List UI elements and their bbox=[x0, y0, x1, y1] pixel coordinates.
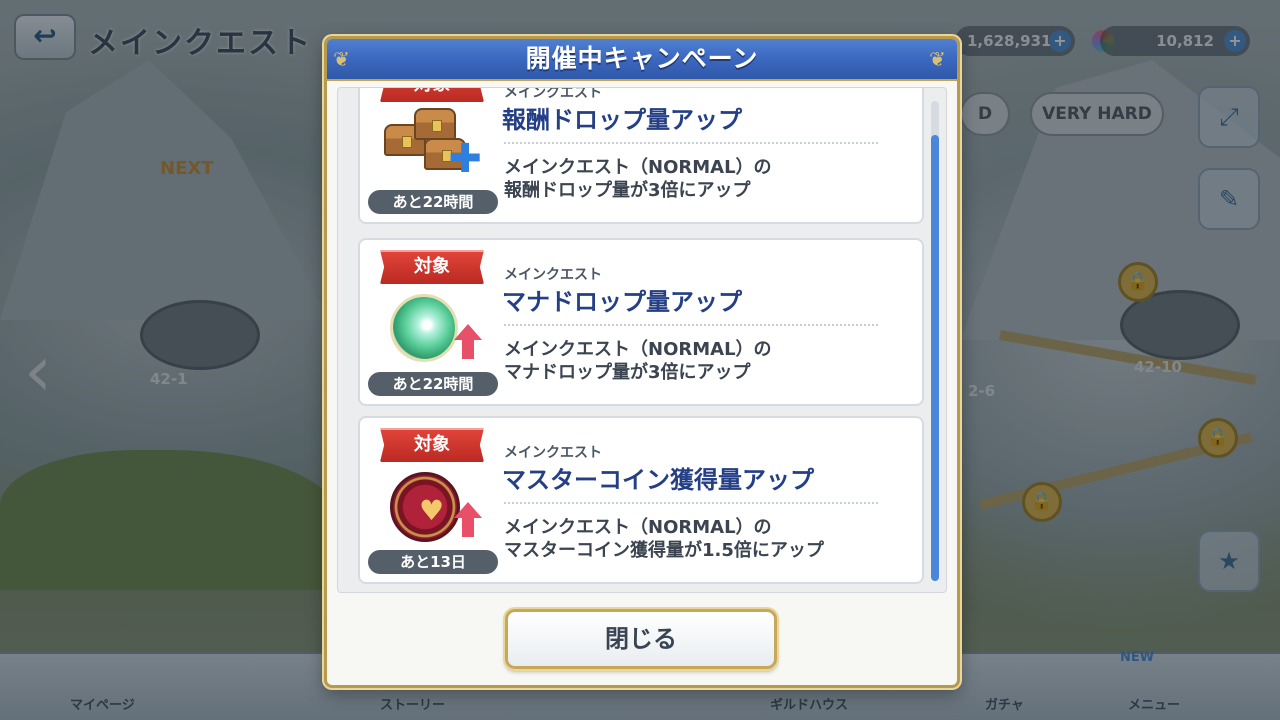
dialog-header: ❦ 開催中キャンペーン ❦ bbox=[327, 39, 957, 81]
campaign-title: 報酬ドロップ量アップ bbox=[502, 106, 742, 134]
close-button[interactable]: 閉じる bbox=[505, 609, 777, 669]
campaign-category: メインクエスト bbox=[504, 445, 602, 461]
target-tag: 対象 bbox=[380, 88, 484, 102]
campaign-description: メインクエスト（NORMAL）の 報酬ドロップ量が3倍にアップ bbox=[504, 156, 904, 202]
campaign-title: マナドロップ量アップ bbox=[502, 288, 742, 316]
description-line: 報酬ドロップ量が3倍にアップ bbox=[504, 180, 751, 201]
campaign-card: 対象 ✚ あと22時間 メインクエスト 報酬ドロップ量アップ メインクエスト（N… bbox=[358, 88, 924, 224]
target-tag: 対象 bbox=[380, 428, 484, 462]
treasure-chest-icon: ✚ bbox=[384, 108, 482, 188]
description-line: マナドロップ量が3倍にアップ bbox=[504, 362, 751, 383]
target-tag: 対象 bbox=[380, 250, 484, 284]
campaign-description: メインクエスト（NORMAL）の マナドロップ量が3倍にアップ bbox=[504, 338, 904, 384]
description-line: メインクエスト（NORMAL）の bbox=[504, 517, 772, 538]
time-left-badge: あと13日 bbox=[368, 550, 498, 574]
master-coin-icon: ♥ bbox=[384, 468, 482, 548]
campaign-category: メインクエスト bbox=[504, 267, 602, 283]
time-left-badge: あと22時間 bbox=[368, 190, 498, 214]
scrollbar-thumb[interactable] bbox=[931, 135, 939, 581]
up-arrow-icon bbox=[454, 324, 482, 360]
campaign-list[interactable]: 対象 ✚ あと22時間 メインクエスト 報酬ドロップ量アップ メインクエスト（N… bbox=[337, 87, 947, 593]
campaign-card: 対象 ♥ あと13日 メインクエスト マスターコイン獲得量アップ メインクエスト… bbox=[358, 416, 924, 584]
dialog-title: 開催中キャンペーン bbox=[525, 44, 759, 73]
time-left-badge: あと22時間 bbox=[368, 372, 498, 396]
campaign-title: マスターコイン獲得量アップ bbox=[502, 466, 814, 494]
campaign-description: メインクエスト（NORMAL）の マスターコイン獲得量が1.5倍にアップ bbox=[504, 516, 904, 562]
description-line: メインクエスト（NORMAL）の bbox=[504, 157, 772, 178]
campaign-dialog: ❦ 開催中キャンペーン ❦ 対象 ✚ あと22時間 メインクエスト 報酬ドロップ… bbox=[324, 36, 960, 688]
description-line: メインクエスト（NORMAL）の bbox=[504, 339, 772, 360]
divider bbox=[504, 324, 878, 326]
up-arrow-icon bbox=[454, 502, 482, 538]
mana-orb-icon bbox=[384, 290, 482, 370]
divider bbox=[504, 142, 878, 144]
plus-icon: ✚ bbox=[448, 136, 482, 182]
campaign-card: 対象 あと22時間 メインクエスト マナドロップ量アップ メインクエスト（NOR… bbox=[358, 238, 924, 406]
divider bbox=[504, 502, 878, 504]
ornament-icon: ❦ bbox=[929, 47, 946, 71]
description-line: マスターコイン獲得量が1.5倍にアップ bbox=[504, 540, 824, 561]
